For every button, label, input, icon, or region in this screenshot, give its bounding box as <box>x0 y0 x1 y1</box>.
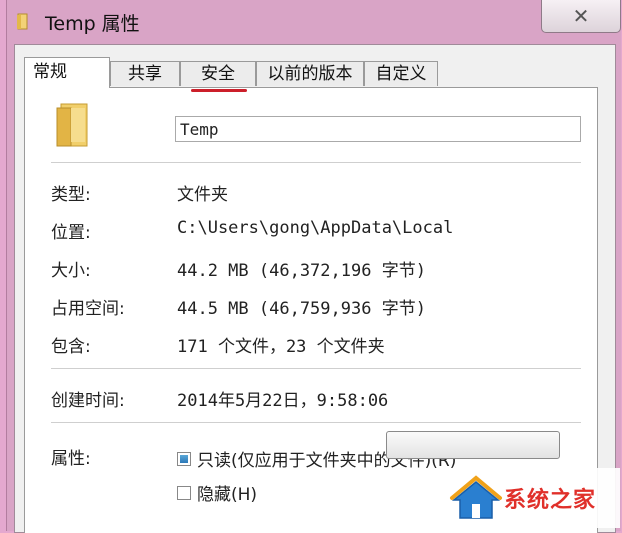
location-value: C:\Users\gong\AppData\Local <box>177 218 454 238</box>
size-on-disk-value: 44.5 MB (46,759,936 字节) <box>177 299 426 319</box>
contains-value: 171 个文件，23 个文件夹 <box>177 337 385 357</box>
watermark: 系统之家 <box>440 468 620 528</box>
general-panel: Temp 类型: 文件夹 位置: C:\Users\gong\AppData\L… <box>24 87 598 533</box>
location-label: 位置: <box>51 223 91 243</box>
hidden-checkbox[interactable] <box>177 485 191 500</box>
hidden-checkbox-row[interactable]: 隐藏(H) <box>177 480 257 505</box>
tab-security[interactable]: 安全 <box>180 61 256 86</box>
folder-icon <box>17 13 28 30</box>
tab-sharing[interactable]: 共享 <box>110 61 180 86</box>
tab-bar: 常规 共享 安全 以前的版本 自定义 <box>24 57 604 88</box>
type-label: 类型: <box>51 185 91 205</box>
dialog-body: 常规 共享 安全 以前的版本 自定义 Temp 类型: 文件夹 位置: C:\U… <box>14 44 616 533</box>
security-tab-highlight <box>191 89 247 92</box>
created-value: 2014年5月22日，9:58:06 <box>177 391 389 411</box>
attributes-label: 属性: <box>51 449 91 469</box>
house-logo-icon <box>450 475 502 519</box>
size-on-disk-label: 占用空间: <box>51 299 125 319</box>
window-title: Temp 属性 <box>45 13 140 35</box>
divider <box>51 162 581 163</box>
folder-large-icon <box>56 103 88 147</box>
close-icon: ✕ <box>572 4 590 28</box>
created-label: 创建时间: <box>51 391 125 411</box>
tab-general[interactable]: 常规 <box>24 57 110 88</box>
tab-customize[interactable]: 自定义 <box>364 61 438 86</box>
type-value: 文件夹 <box>177 185 228 205</box>
title-bar: Temp 属性 ✕ <box>7 0 621 44</box>
hidden-label: 隐藏(H) <box>197 485 258 505</box>
readonly-checkbox[interactable] <box>177 451 191 466</box>
divider <box>51 368 581 369</box>
close-button[interactable]: ✕ <box>541 0 621 33</box>
watermark-text: 系统之家 <box>504 488 597 513</box>
folder-name-input[interactable]: Temp <box>175 116 581 142</box>
tab-previous-versions[interactable]: 以前的版本 <box>256 61 364 86</box>
divider <box>51 422 581 423</box>
size-value: 44.2 MB (46,372,196 字节) <box>177 261 426 281</box>
contains-label: 包含: <box>51 337 91 357</box>
advanced-button[interactable] <box>386 431 560 459</box>
size-label: 大小: <box>51 261 91 281</box>
